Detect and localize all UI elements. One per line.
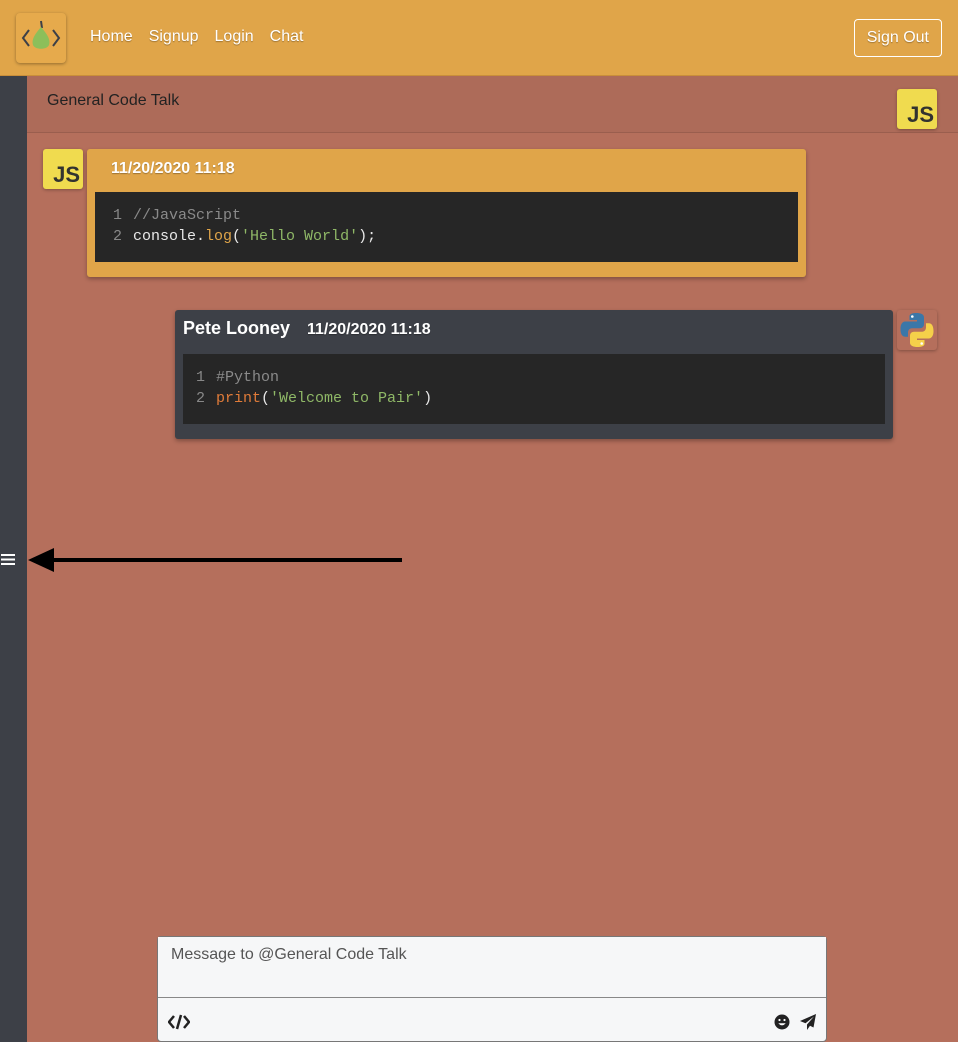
channel-js-badge-icon: JS xyxy=(897,89,937,129)
message-timestamp: 11/20/2020 11:18 xyxy=(111,160,235,177)
nav-link-home[interactable]: Home xyxy=(90,28,133,46)
python-avatar-icon xyxy=(897,310,937,350)
message-author: Pete Looney xyxy=(183,318,291,338)
code-block: 1//JavaScript 2 console.log('Hello World'… xyxy=(95,192,798,262)
code-text-js: console.log('Hello World'); xyxy=(133,228,377,245)
annotation-arrow-icon xyxy=(28,548,402,572)
send-icon[interactable] xyxy=(799,1013,817,1036)
code-line: 1 #Python xyxy=(196,369,280,386)
sign-out-button[interactable]: Sign Out xyxy=(853,19,942,57)
message-composer xyxy=(157,936,827,1042)
pear-logo-icon[interactable] xyxy=(16,13,66,63)
emoji-icon[interactable] xyxy=(774,1014,790,1035)
nav-links: Home Signup Login Chat xyxy=(90,28,303,46)
message-timestamp: 11/20/2020 11:18 xyxy=(307,321,431,338)
nav-link-login[interactable]: Login xyxy=(215,28,254,46)
hamburger-menu-icon[interactable] xyxy=(1,552,16,567)
code-line: 2 print('Welcome to Pair') xyxy=(196,390,433,407)
message-badge-label: JS xyxy=(53,162,80,187)
code-line: 1//JavaScript xyxy=(113,207,242,224)
message-card: 11/20/2020 11:18 1//JavaScript 2 console.… xyxy=(87,149,806,277)
channel-badge-label: JS xyxy=(907,102,934,127)
code-line: 2 console.log('Hello World'); xyxy=(113,228,377,245)
channel-header: General Code Talk JS xyxy=(27,76,958,133)
code-snippet-icon[interactable] xyxy=(167,1013,191,1036)
nav-link-chat[interactable]: Chat xyxy=(270,28,304,46)
collapsed-sidebar xyxy=(0,76,27,1042)
navbar: Home Signup Login Chat Sign Out xyxy=(0,0,958,76)
message-card: Pete Looney 11/20/2020 11:18 1 #Python 2p… xyxy=(175,310,893,439)
code-block: 1 #Python 2 print('Welcome to Pair') xyxy=(183,354,885,424)
message-input[interactable] xyxy=(158,937,826,998)
nav-link-signup[interactable]: Signup xyxy=(149,28,199,46)
js-avatar-icon: JS xyxy=(43,149,83,189)
channel-title: General Code Talk xyxy=(47,92,180,109)
code-text-py: print('Welcome to Pair') xyxy=(216,390,433,407)
